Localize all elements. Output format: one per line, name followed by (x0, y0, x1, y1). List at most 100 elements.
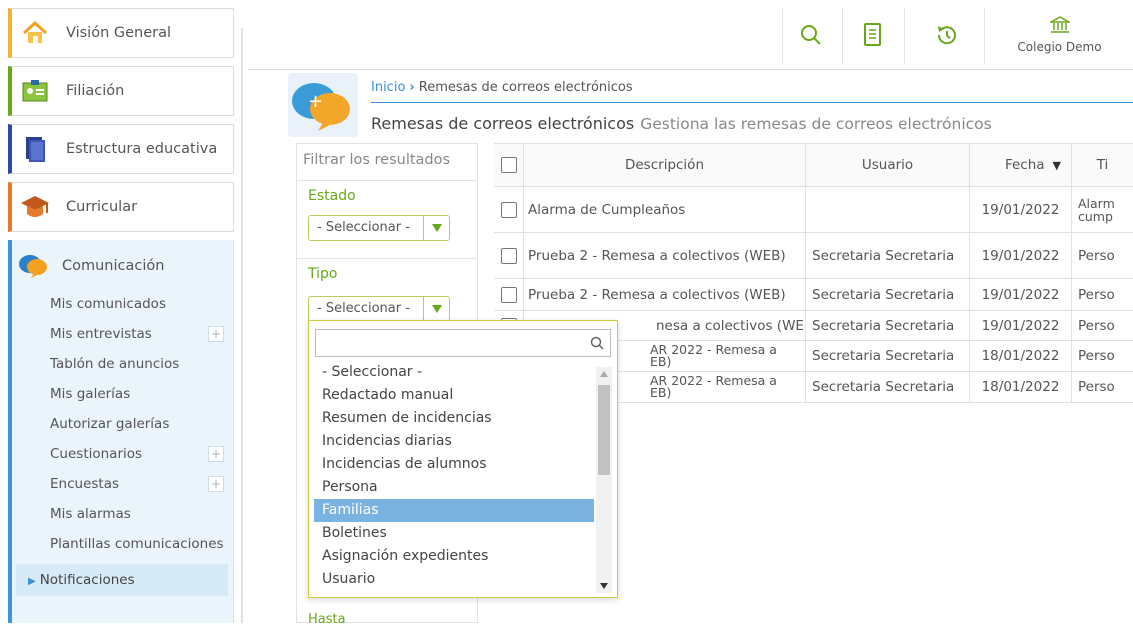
history-icon[interactable] (932, 20, 962, 50)
books-icon (20, 134, 50, 164)
dropdown-option[interactable]: Incidencias diarias (314, 430, 594, 453)
graduation-cap-icon (20, 192, 50, 222)
filter-search-input[interactable]: Filtrar los resultados (303, 152, 450, 168)
dropdown-option[interactable]: Persona (314, 476, 594, 499)
cell-fecha: 19/01/2022 (970, 233, 1072, 278)
filter-label-hasta: Hasta (308, 612, 346, 627)
breadcrumb-home-link[interactable]: Inicio (371, 80, 405, 95)
cell-usuario: Secretaria Secretaria (806, 372, 970, 402)
sidebar-module-vision-general[interactable]: Visión General (8, 8, 234, 58)
sidebar-item-mis-comunicados[interactable]: Mis comunicados (50, 296, 166, 312)
sidebar-module-estructura-educativa[interactable]: Estructura educativa (8, 124, 234, 174)
document-icon[interactable] (858, 20, 888, 50)
search-icon (590, 335, 604, 354)
sidebar-item-mis-entrevistas[interactable]: Mis entrevistas (50, 326, 152, 342)
row-checkbox-cell (494, 187, 524, 232)
row-checkbox-cell (494, 233, 524, 278)
add-entrevista-button[interactable]: + (208, 326, 224, 342)
row-checkbox[interactable] (500, 247, 517, 264)
row-checkbox-cell (494, 279, 524, 310)
cell-tipo: Perso (1078, 286, 1115, 303)
row-checkbox[interactable] (500, 201, 517, 218)
table-row[interactable]: Prueba 2 - Remesa a colectivos (WEB) Sec… (494, 279, 1133, 311)
dropdown-scroll-thumb[interactable] (598, 385, 610, 475)
dropdown-option[interactable]: Boletines (314, 522, 594, 545)
cell-tipo: Alarm cump (1078, 195, 1115, 224)
sidebar-scrollbar[interactable] (241, 28, 243, 623)
sidebar-item-notificaciones[interactable]: ▶ Notificaciones (16, 564, 228, 596)
dropdown-option[interactable]: Resumen de incidencias (314, 407, 594, 430)
estado-select-value: - Seleccionar - (317, 220, 410, 235)
dropdown-option[interactable]: Asignación expedientes (314, 545, 594, 568)
search-icon[interactable] (796, 20, 826, 50)
school-selector[interactable]: Colegio Demo (986, 0, 1133, 70)
sidebar-module-filiacion[interactable]: Filiación (8, 66, 234, 116)
sidebar-item-mis-galerias[interactable]: Mis galerías (50, 386, 130, 402)
tipo-select[interactable]: - Seleccionar - (308, 296, 450, 322)
caret-down-icon (423, 216, 449, 240)
column-header-usuario[interactable]: Usuario (806, 144, 970, 186)
dropdown-option[interactable]: Incidencias de alumnos (314, 453, 594, 476)
svg-text:+: + (308, 91, 323, 112)
dropdown-search-input[interactable] (315, 329, 611, 357)
cell-usuario: Secretaria Secretaria (806, 233, 970, 278)
caret-right-icon: ▶ (28, 576, 36, 587)
divider (842, 8, 843, 64)
school-name: Colegio Demo (1017, 40, 1102, 54)
cell-tipo: Perso (1078, 348, 1115, 364)
cell-tipo: Perso (1078, 247, 1115, 264)
home-icon (20, 18, 50, 48)
tipo-select-value: - Seleccionar - (317, 301, 410, 316)
cell-fecha: 19/01/2022 (970, 279, 1072, 310)
add-encuesta-button[interactable]: + (208, 476, 224, 492)
cell-descripcion: Prueba 2 - Remesa a colectivos (WEB) (524, 279, 806, 310)
divider (296, 258, 478, 259)
dropdown-option[interactable]: Redactado manual (314, 384, 594, 407)
column-header-descripcion[interactable]: Descripción (524, 144, 806, 186)
table-row[interactable]: Prueba 2 - Remesa a colectivos (WEB) Sec… (494, 233, 1133, 279)
dropdown-option[interactable]: - Seleccionar - (314, 361, 594, 384)
id-card-icon (20, 76, 50, 106)
page-title: Remesas de correos electrónicos (371, 114, 635, 133)
breadcrumb: Inicio › Remesas de correos electrónicos (371, 80, 633, 95)
sidebar-item-plantillas-comunicaciones[interactable]: Plantillas comunicaciones (50, 536, 224, 552)
sidebar-module-comunicacion[interactable]: Comunicación (12, 242, 234, 290)
sidebar-module-label: Curricular (66, 199, 138, 215)
select-all-checkbox[interactable] (500, 157, 517, 173)
sidebar-item-mis-alarmas[interactable]: Mis alarmas (50, 506, 131, 522)
row-checkbox[interactable] (500, 286, 517, 303)
table-header-row: Descripción Usuario Fecha ▼ Ti (494, 143, 1133, 187)
cell-usuario: Secretaria Secretaria (806, 279, 970, 310)
cell-fecha: 18/01/2022 (970, 372, 1072, 402)
scroll-down-icon[interactable] (600, 583, 608, 589)
tipo-dropdown: - Seleccionar - Redactado manual Resumen… (308, 320, 618, 598)
cell-tipo: Perso (1078, 317, 1115, 334)
sidebar-item-tablon-anuncios[interactable]: Tablón de anuncios (50, 356, 179, 372)
dropdown-option[interactable]: Usuario (314, 568, 594, 591)
column-header-label: Fecha (1004, 157, 1045, 173)
divider (296, 180, 478, 181)
sidebar-item-cuestionarios[interactable]: Cuestionarios (50, 446, 142, 462)
table-row[interactable]: Alarma de Cumpleaños 19/01/2022 Alarm cu… (494, 187, 1133, 233)
divider (782, 8, 783, 64)
chat-bubbles-icon (18, 251, 48, 281)
cell-descripcion: Alarma de Cumpleaños (524, 187, 806, 232)
institution-icon (986, 16, 1133, 36)
column-header-tipo[interactable]: Ti (1072, 144, 1133, 186)
filter-label-tipo: Tipo (308, 266, 338, 282)
sidebar-item-autorizar-galerias[interactable]: Autorizar galerías (50, 416, 169, 432)
column-header-fecha[interactable]: Fecha ▼ (970, 144, 1072, 186)
chat-bubbles-icon: + (292, 83, 350, 131)
dropdown-scrollbar[interactable] (596, 367, 612, 593)
cell-usuario: Secretaria Secretaria (806, 341, 970, 371)
sidebar-item-encuestas[interactable]: Encuestas (50, 476, 119, 492)
estado-select[interactable]: - Seleccionar - (308, 215, 450, 241)
sidebar-module-label: Comunicación (62, 258, 165, 274)
dropdown-option-highlighted[interactable]: Familias (314, 499, 594, 522)
cell-fecha: 18/01/2022 (970, 341, 1072, 371)
breadcrumb-current: Remesas de correos electrónicos (418, 80, 633, 95)
sidebar-module-curricular[interactable]: Curricular (8, 182, 234, 232)
add-cuestionario-button[interactable]: + (208, 446, 224, 462)
scroll-up-icon[interactable] (600, 371, 608, 377)
page-description: Gestiona las remesas de correos electrón… (640, 115, 992, 133)
